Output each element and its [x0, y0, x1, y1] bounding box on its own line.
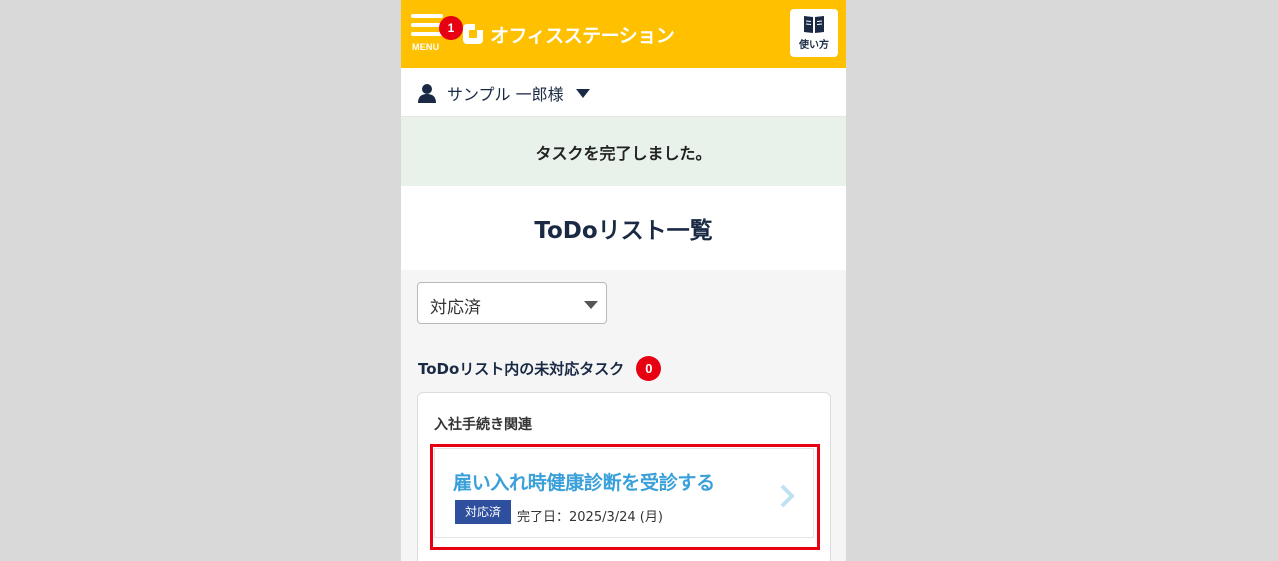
caret-down-icon — [576, 89, 590, 98]
task-status-badge: 対応済 — [455, 500, 511, 524]
menu-bar-line — [411, 14, 443, 18]
page-title-area: ToDoリスト一覧 — [401, 186, 846, 270]
user-name: サンプル 一郎様 — [447, 85, 564, 104]
filter-area: 対応済 — [401, 270, 846, 340]
task-group-title: 入社手続き関連 — [434, 417, 532, 433]
status-filter-value: 対応済 — [430, 298, 481, 318]
app-header: MENU 1 オフィスステーション 使い方 — [401, 0, 846, 68]
task-name: 雇い入れ時健康診断を受診する — [453, 472, 715, 494]
guide-button[interactable]: 使い方 — [790, 9, 838, 57]
notification-badge: 1 — [439, 16, 463, 40]
app-logo[interactable]: オフィスステーション — [462, 19, 675, 49]
task-completed-date: 完了日：2025/3/24 (月) — [517, 510, 663, 525]
task-item[interactable]: 雇い入れ時健康診断を受診する 対応済 完了日：2025/3/24 (月) — [434, 448, 814, 538]
user-menu[interactable]: サンプル 一郎様 — [401, 68, 846, 117]
menu-bar-line — [411, 32, 443, 36]
success-message: タスクを完了しました。 — [401, 117, 846, 186]
section-title: ToDoリスト内の未対応タスク — [418, 359, 625, 378]
pending-count-badge: 0 — [636, 355, 662, 381]
chevron-right-icon — [780, 484, 794, 508]
guide-label: 使い方 — [799, 40, 829, 51]
user-icon — [418, 84, 436, 103]
status-filter-select[interactable]: 対応済 — [417, 282, 607, 324]
section-header: ToDoリスト内の未対応タスク 0 — [418, 355, 662, 381]
app-screen: MENU 1 オフィスステーション 使い方 サンプル 一郎様 タスクを完了しまし… — [401, 0, 846, 561]
logo-text: オフィスステーション — [490, 24, 675, 47]
task-group-card: 入社手続き関連 雇い入れ時健康診断を受診する 対応済 完了日：2025/3/24… — [417, 392, 831, 561]
caret-down-icon — [584, 301, 598, 309]
menu-button[interactable]: MENU 1 — [411, 14, 463, 54]
menu-label: MENU — [412, 42, 440, 52]
logo-icon — [463, 24, 483, 44]
book-icon — [804, 16, 824, 33]
page-title: ToDoリスト一覧 — [534, 218, 713, 244]
